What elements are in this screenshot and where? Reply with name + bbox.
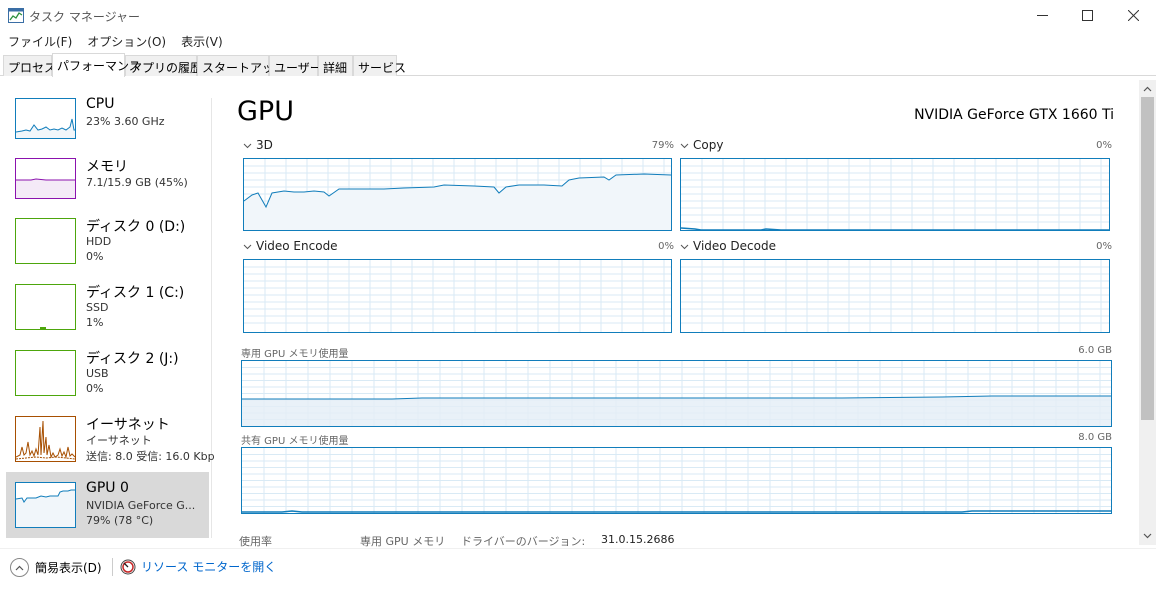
graph-video-decode-percent: 0% (1096, 241, 1112, 252)
tab-users[interactable]: ユーザー (269, 55, 322, 76)
sidebar-ethernet-throughput: 送信: 8.0 受信: 16.0 Kbp (86, 450, 215, 463)
sidebar-ethernet-adapter: イーサネット (86, 434, 152, 447)
close-button[interactable] (1110, 0, 1156, 31)
sidebar-ethernet-name: イーサネット (86, 417, 170, 433)
minimize-button[interactable] (1019, 0, 1065, 31)
chevron-up-circle-icon (10, 558, 29, 577)
sidebar-gpu0-name: GPU 0 (86, 480, 129, 496)
resource-monitor-label: リソース モニターを開く (141, 560, 277, 574)
tab-bar: プロセス パフォーマンス アプリの履歴 スタートアップ ユーザー 詳細 サービス (0, 53, 1156, 77)
sidebar-item-disk0[interactable]: ディスク 0 (D:) HDD 0% (6, 208, 209, 274)
sidebar-disk1-type: SSD (86, 301, 109, 314)
minimize-icon (1036, 15, 1048, 16)
sidebar-divider (211, 98, 212, 538)
sidebar-item-disk1[interactable]: ディスク 1 (C:) SSD 1% (6, 274, 209, 340)
graph-dedicated-memory (241, 360, 1112, 427)
sidebar-cpu-name: CPU (86, 96, 115, 112)
sidebar-item-disk2[interactable]: ディスク 2 (J:) USB 0% (6, 340, 209, 406)
shared-memory-max: 8.0 GB (1078, 432, 1112, 443)
title-bar: タスク マネージャー (0, 0, 1156, 31)
sidebar-item-gpu0[interactable]: GPU 0 NVIDIA GeForce G... 79% (78 °C) (6, 472, 209, 538)
page-title: GPU (237, 96, 294, 127)
sidebar-item-memory[interactable]: メモリ 7.1/15.9 GB (45%) (6, 148, 209, 214)
tab-performance[interactable]: パフォーマンス (52, 53, 141, 77)
graph-copy-selector[interactable]: Copy (680, 138, 723, 152)
window-title: タスク マネージャー (29, 10, 140, 24)
dedicated-memory-stat-label: 専用 GPU メモリ (360, 535, 446, 548)
maximize-icon (1081, 10, 1093, 21)
graph-3d-selector[interactable]: 3D (243, 138, 273, 152)
graph-3d (243, 158, 672, 231)
disk2-thumbnail-graph (15, 350, 76, 396)
close-icon (1127, 10, 1139, 21)
graph-video-encode (243, 259, 672, 333)
sidebar-disk0-usage: 0% (86, 250, 104, 263)
scroll-down-button[interactable] (1140, 528, 1155, 544)
sidebar-memory-usage: 7.1/15.9 GB (45%) (86, 176, 188, 189)
fewer-details-button[interactable]: 簡易表示(D) (10, 558, 102, 577)
chevron-down-icon (1143, 533, 1152, 539)
driver-version-value: 31.0.15.2686 (601, 533, 675, 546)
sidebar-cpu-usage: 23% 3.60 GHz (86, 115, 165, 128)
scroll-up-button[interactable] (1140, 81, 1155, 97)
sidebar-disk0-type: HDD (86, 235, 112, 248)
sidebar-disk2-name: ディスク 2 (J:) (86, 351, 179, 367)
open-resource-monitor-link[interactable]: リソース モニターを開く (120, 558, 276, 575)
fewer-details-label: 簡易表示(D) (35, 561, 102, 575)
tab-processes[interactable]: プロセス (3, 55, 56, 76)
sidebar-item-ethernet[interactable]: イーサネット イーサネット 送信: 8.0 受信: 16.0 Kbp (6, 406, 215, 472)
driver-version-label: ドライバーのバージョン: (461, 535, 586, 548)
cpu-thumbnail-graph (15, 98, 76, 139)
disk0-thumbnail-graph (15, 218, 76, 264)
chevron-down-icon (243, 138, 253, 152)
sidebar-disk1-name: ディスク 1 (C:) (86, 285, 185, 301)
chevron-down-icon (243, 239, 253, 253)
ethernet-thumbnail-graph (15, 416, 76, 462)
graph-3d-percent: 79% (651, 140, 674, 151)
memory-thumbnail-graph (15, 158, 76, 199)
resource-monitor-icon (120, 559, 136, 574)
graph-copy-label: Copy (693, 138, 724, 152)
sidebar-memory-name: メモリ (86, 159, 128, 175)
maximize-button[interactable] (1064, 0, 1110, 31)
chevron-down-icon (680, 239, 690, 253)
graph-video-encode-selector[interactable]: Video Encode (243, 239, 338, 253)
sidebar-disk1-usage: 1% (86, 316, 104, 329)
graph-video-decode-label: Video Decode (693, 239, 776, 253)
menu-options[interactable]: オプション(O) (79, 31, 173, 51)
dedicated-memory-label: 専用 GPU メモリ使用量 (241, 349, 349, 360)
sidebar-item-cpu[interactable]: CPU 23% 3.60 GHz (6, 88, 209, 154)
scrollbar-thumb[interactable] (1141, 97, 1154, 420)
graph-video-encode-label: Video Encode (256, 239, 338, 253)
sidebar-gpu0-model: NVIDIA GeForce G... (86, 499, 196, 512)
menu-bar: ファイル(F) オプション(O) 表示(V) (0, 31, 1156, 51)
graph-copy-percent: 0% (1096, 140, 1112, 151)
disk1-thumbnail-graph (15, 284, 76, 330)
tab-services[interactable]: サービス (353, 55, 406, 76)
sidebar-disk2-usage: 0% (86, 382, 104, 395)
shared-memory-label: 共有 GPU メモリ使用量 (241, 436, 349, 447)
footer-divider (112, 558, 113, 576)
chevron-down-icon (680, 138, 690, 152)
graph-3d-label: 3D (256, 138, 273, 152)
menu-view[interactable]: 表示(V) (173, 31, 230, 51)
menu-file[interactable]: ファイル(F) (0, 31, 79, 51)
usage-stat-label: 使用率 (239, 535, 272, 548)
gpu0-thumbnail-graph (15, 482, 76, 528)
sidebar-gpu0-usage: 79% (78 °C) (86, 514, 154, 527)
graph-copy (680, 158, 1110, 231)
chevron-up-icon (1143, 86, 1152, 92)
tab-startup[interactable]: スタートアップ (197, 55, 286, 76)
tab-details[interactable]: 詳細 (318, 55, 353, 76)
gpu-model-name: NVIDIA GeForce GTX 1660 Ti (914, 107, 1114, 123)
graph-video-encode-percent: 0% (658, 241, 674, 252)
sidebar-disk0-name: ディスク 0 (D:) (86, 219, 186, 235)
task-manager-icon (8, 8, 24, 23)
dedicated-memory-max: 6.0 GB (1078, 345, 1112, 356)
graph-shared-memory (241, 447, 1112, 514)
sidebar-disk2-type: USB (86, 367, 109, 380)
graph-video-decode (680, 259, 1110, 333)
graph-video-decode-selector[interactable]: Video Decode (680, 239, 776, 253)
